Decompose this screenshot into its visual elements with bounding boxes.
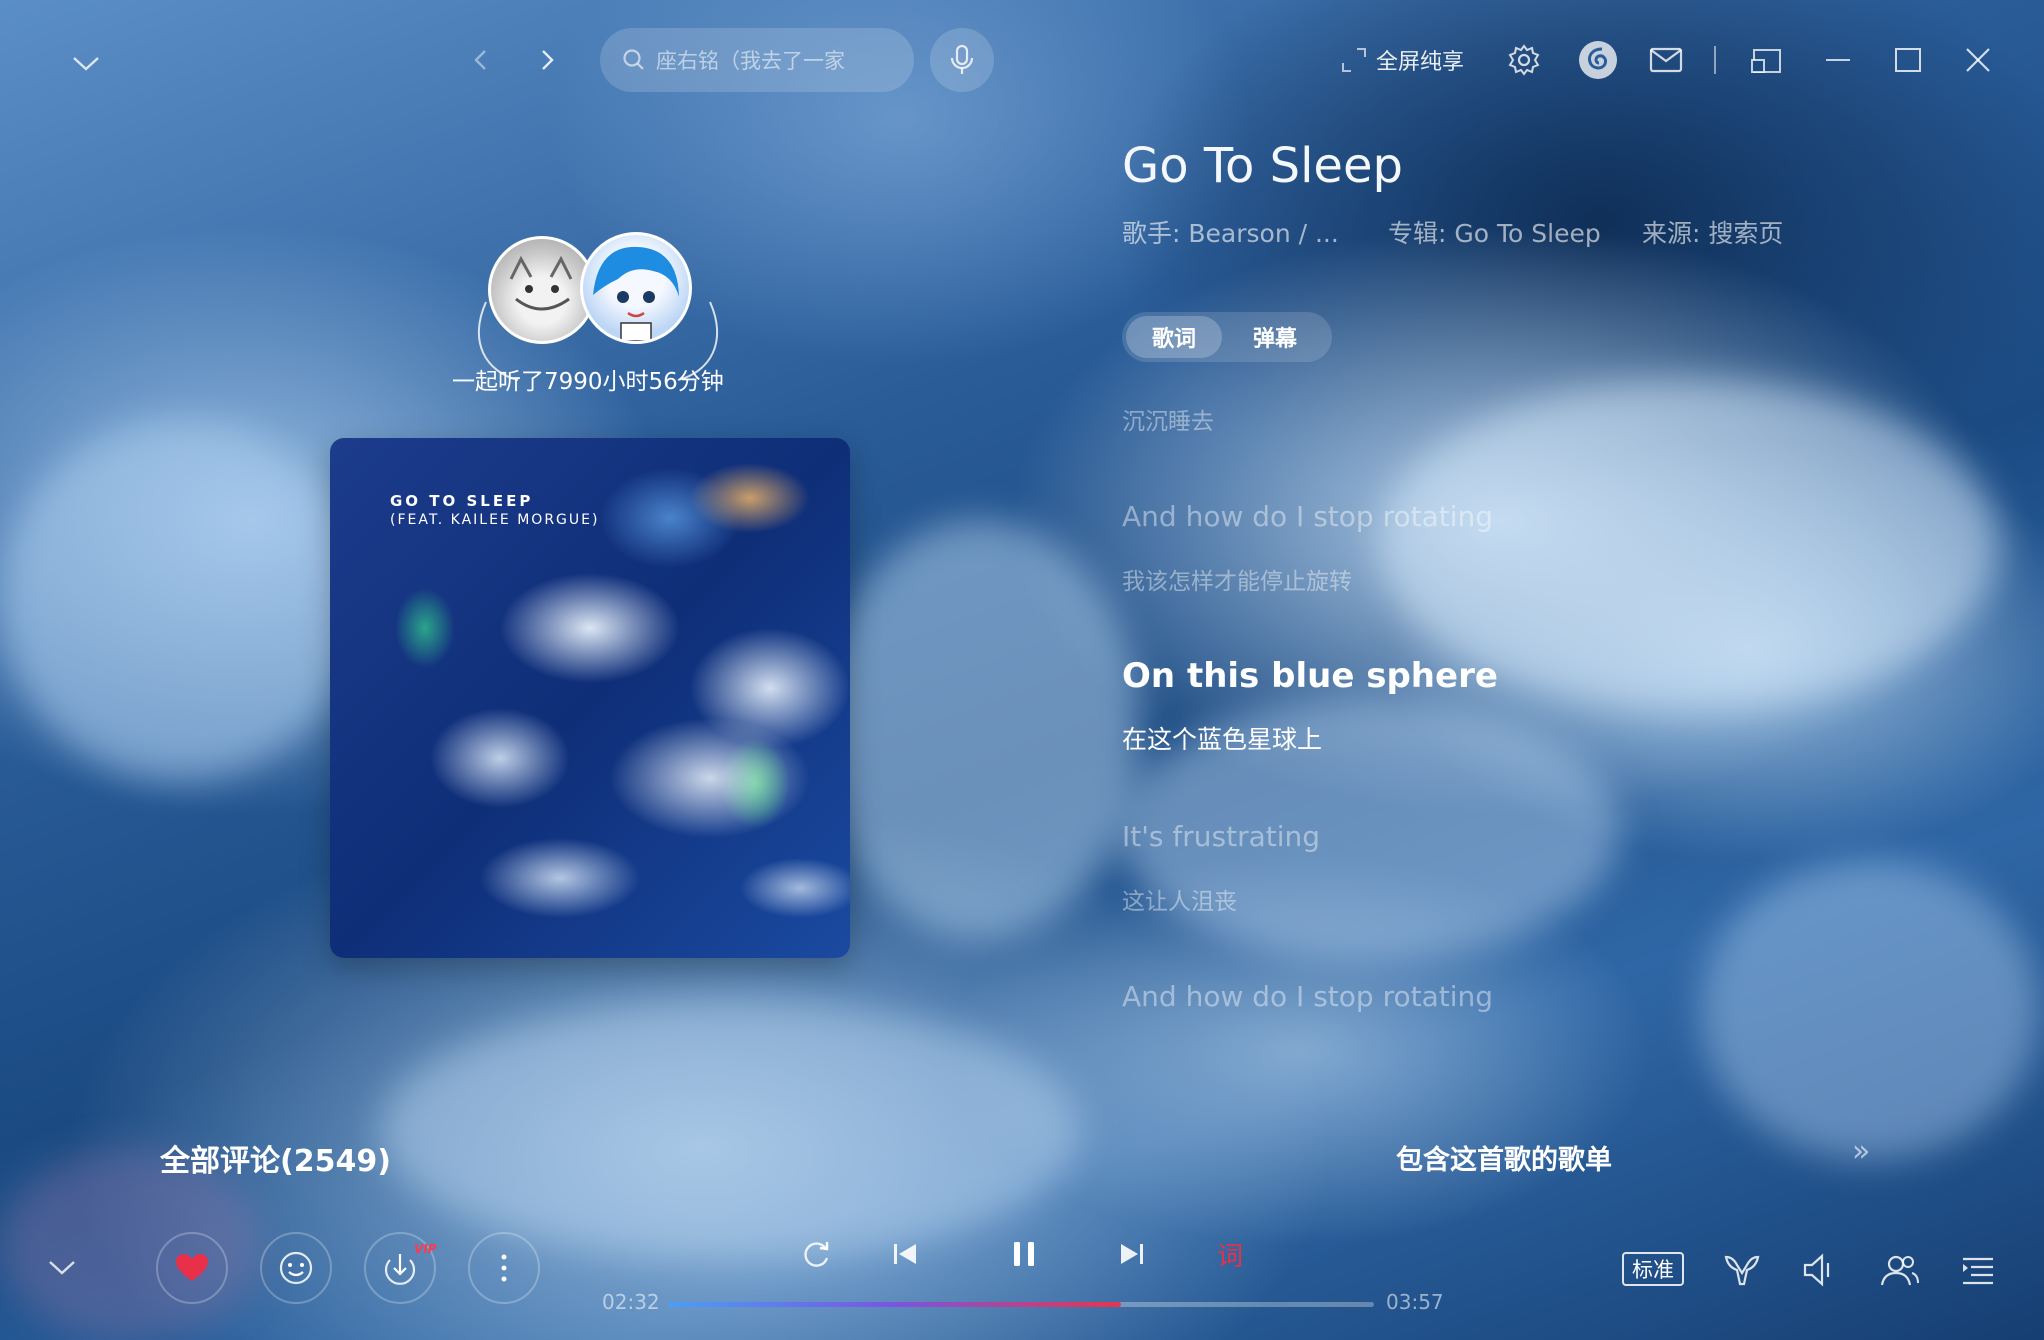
lyric-line[interactable]: And how do I stop rotating (1122, 980, 1493, 1013)
listen-together-icon[interactable] (1876, 1250, 1920, 1290)
voice-search-button[interactable] (930, 28, 994, 92)
search-input[interactable]: 座右铭（我去了一家 (600, 28, 914, 92)
more-options-button[interactable] (468, 1232, 540, 1304)
volume-icon[interactable] (1798, 1250, 1838, 1290)
lyric-line[interactable]: 沉沉睡去 (1122, 402, 1214, 436)
pause-icon[interactable] (1002, 1232, 1046, 1276)
minimize-icon[interactable] (1818, 40, 1858, 80)
lyric-translation: 我该怎样才能停止旋转 (1122, 569, 1352, 595)
fullscreen-label: 全屏纯享 (1376, 50, 1465, 75)
maximize-icon[interactable] (1888, 40, 1928, 80)
collapse-chevron-icon[interactable] (66, 44, 106, 84)
lyric-toggle-label: 词 (1216, 1241, 1243, 1272)
listen-together-duration: 一起听了7990小时56分钟 (452, 369, 724, 395)
cover-title: GO TO SLEEP (390, 492, 534, 510)
more-playlists-button[interactable]: » (1852, 1134, 1870, 1169)
title-bar: 座右铭（我去了一家 全屏纯享 (0, 0, 2044, 120)
progress-bar[interactable] (668, 1302, 1374, 1307)
microphone-icon (950, 44, 974, 74)
close-icon[interactable] (1958, 40, 1998, 80)
download-icon (384, 1254, 416, 1285)
search-icon (622, 48, 646, 72)
tab-lyrics[interactable]: 歌词 (1126, 316, 1222, 358)
collapse-player-icon[interactable] (44, 1250, 80, 1286)
singer-link[interactable]: 歌手: Bearson / ... (1122, 214, 1339, 250)
total-duration: 03:57 (1386, 1290, 1444, 1314)
elapsed-time: 02:32 (602, 1290, 660, 1314)
next-track-icon[interactable] (1112, 1234, 1152, 1274)
album-link[interactable]: 专辑: Go To Sleep (1388, 214, 1601, 250)
lyric-line[interactable]: It's frustrating (1122, 820, 1320, 853)
current-lyric-translation: 在这个蓝色星球上 (1122, 725, 1323, 754)
divider (1714, 46, 1716, 74)
album-cover[interactable]: GO TO SLEEP (FEAT. KAILEE MORGUE) (330, 438, 850, 958)
comment-emoji-button[interactable] (260, 1232, 332, 1304)
download-button[interactable]: VIP (364, 1232, 437, 1304)
smiley-icon (279, 1251, 313, 1285)
sound-effect-icon[interactable] (1722, 1250, 1762, 1290)
all-comments-link[interactable]: 全部评论(2549) (160, 1136, 391, 1180)
settings-gear-icon[interactable] (1502, 38, 1546, 82)
current-lyric-line[interactable]: On this blue sphere (1122, 656, 1498, 696)
netease-logo-icon[interactable] (1576, 38, 1620, 82)
listen-together-avatars[interactable] (477, 232, 720, 381)
like-button[interactable] (156, 1232, 228, 1304)
loop-mode-icon[interactable] (796, 1234, 836, 1274)
desktop-lyrics-toggle[interactable]: 词 (1210, 1234, 1250, 1274)
song-title: Go To Sleep (1122, 138, 1403, 194)
heart-icon (176, 1254, 208, 1281)
previous-track-icon[interactable] (892, 1234, 918, 1274)
tab-danmaku[interactable]: 弹幕 (1222, 316, 1328, 358)
lyric-line[interactable]: And how do I stop rotating (1122, 500, 1493, 533)
fullscreen-pure-button[interactable]: 全屏纯享 (1340, 40, 1464, 80)
mail-icon[interactable] (1646, 40, 1686, 80)
related-playlists-link[interactable]: 包含这首歌的歌单 (1396, 1138, 1612, 1177)
playlist-queue-icon[interactable] (1958, 1250, 1998, 1290)
vip-badge: VIP (414, 1242, 437, 1256)
back-arrow-icon[interactable] (462, 42, 498, 78)
lyric-translation: 这让人沮丧 (1122, 889, 1237, 915)
lyric-tabs: 歌词 弹幕 (1122, 312, 1332, 362)
expand-icon (1342, 48, 1366, 72)
search-placeholder: 座右铭（我去了一家 (656, 49, 845, 73)
source-link[interactable]: 来源: 搜索页 (1642, 214, 1783, 250)
sound-quality-button[interactable]: 标准 (1622, 1252, 1684, 1286)
cover-subtitle: (FEAT. KAILEE MORGUE) (390, 512, 600, 528)
forward-arrow-icon[interactable] (530, 42, 566, 78)
mini-mode-icon[interactable] (1746, 40, 1786, 80)
progress-fill (668, 1302, 1122, 1307)
avatar[interactable] (580, 232, 692, 344)
more-dots-icon (501, 1254, 507, 1282)
